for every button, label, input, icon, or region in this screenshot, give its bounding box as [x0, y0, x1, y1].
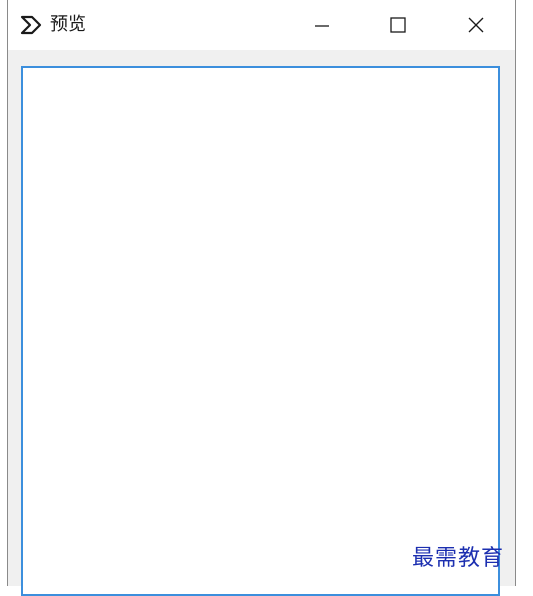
close-button[interactable]: [453, 0, 499, 50]
minimize-icon: [315, 25, 329, 27]
preview-window: 预览: [7, 0, 516, 596]
close-icon: [468, 17, 484, 33]
watermark-text: 最需教育: [412, 546, 505, 571]
window-title: 预览: [50, 14, 86, 35]
chevron-logo-icon: [20, 15, 42, 35]
maximize-icon: [390, 17, 406, 33]
maximize-button[interactable]: [375, 0, 421, 50]
minimize-button[interactable]: [299, 0, 345, 50]
title-bar[interactable]: 预览: [8, 0, 515, 50]
preview-content-area[interactable]: [21, 66, 500, 596]
